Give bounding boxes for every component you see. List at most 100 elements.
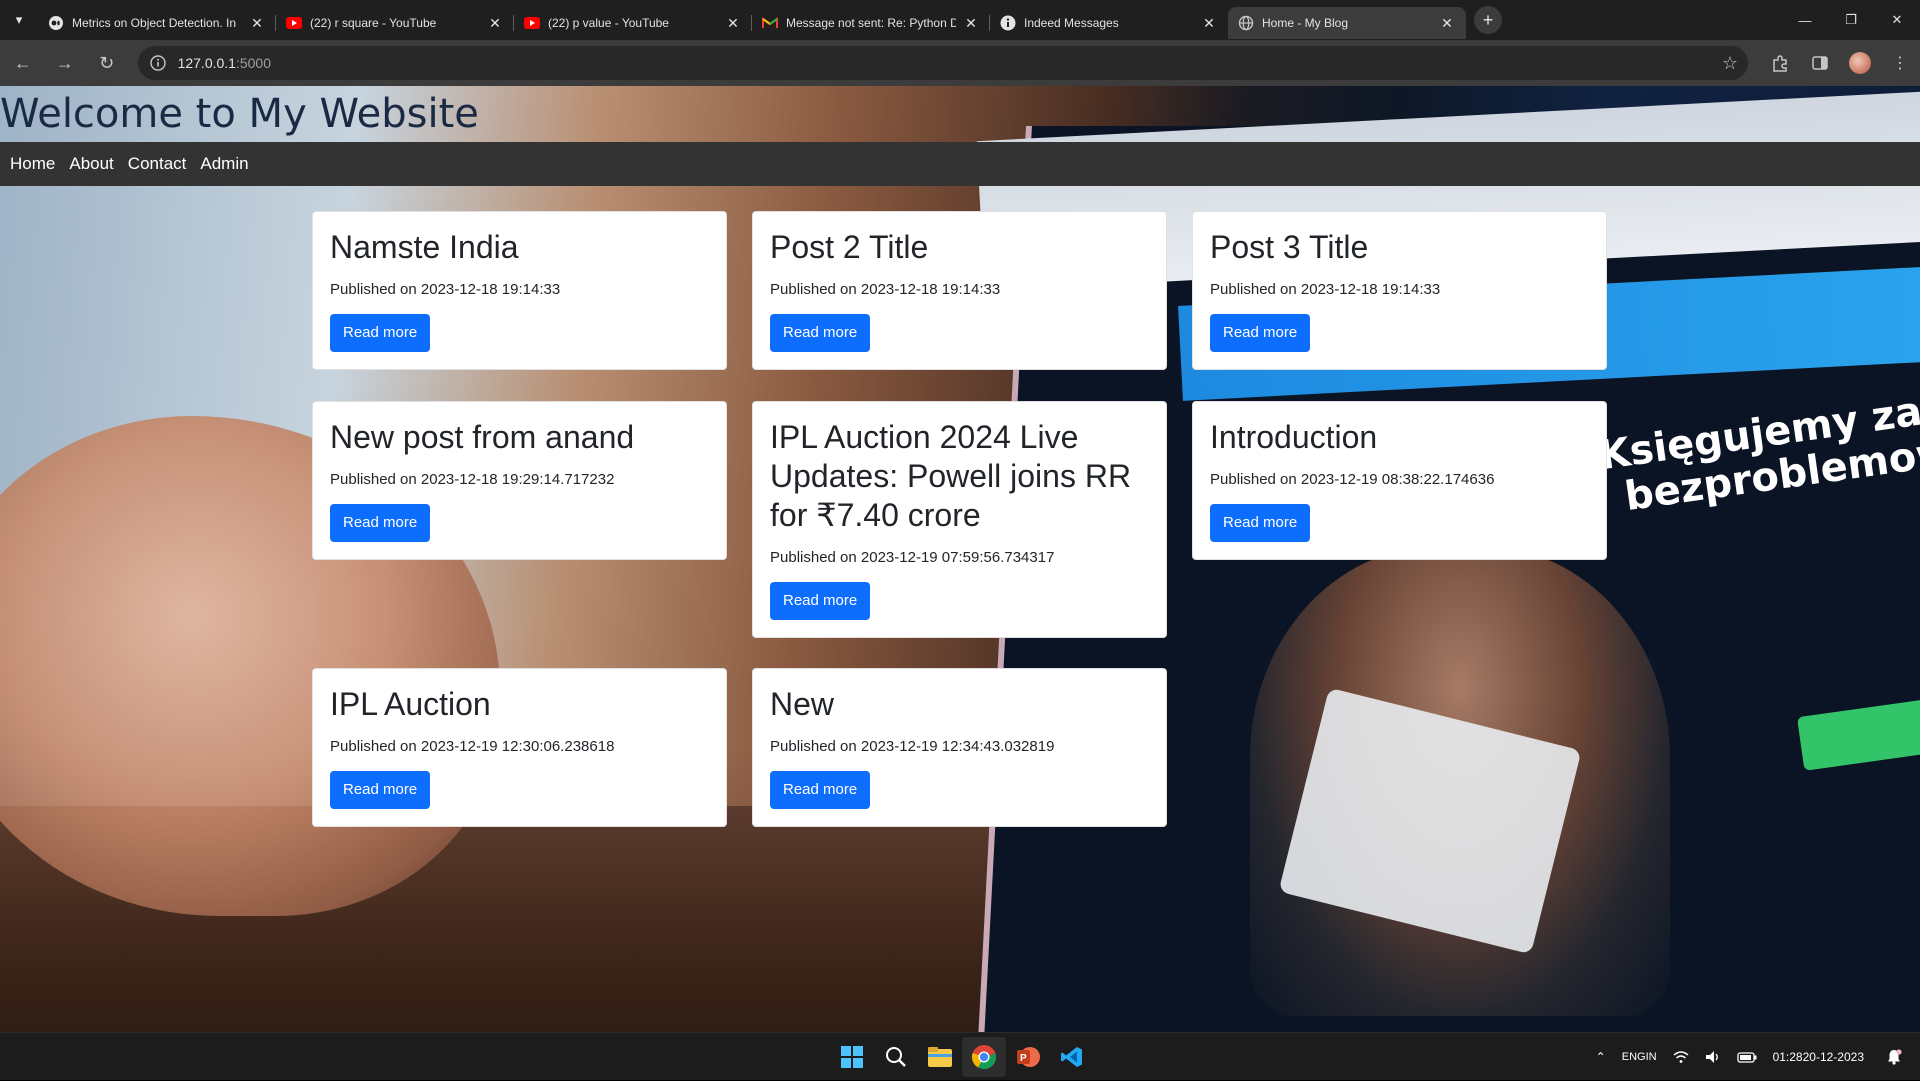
post-title: Post 2 Title [770,229,929,265]
post-card: IPL Auction Published on 2023-12-19 12:3… [312,668,727,827]
tab-youtube-r-square[interactable]: (22) r square - YouTube ✕ [275,7,514,39]
tab-my-blog[interactable]: Home - My Blog ✕ [1228,7,1466,39]
close-icon[interactable]: ✕ [248,14,266,32]
new-tab-button[interactable]: + [1474,6,1502,34]
post-card: Introduction Published on 2023-12-19 08:… [1192,401,1607,560]
close-icon[interactable]: ✕ [486,14,504,32]
tab-gmail[interactable]: Message not sent: Re: Python D ✕ [751,7,990,39]
youtube-icon [524,15,540,31]
tab-youtube-p-value[interactable]: (22) p value - YouTube ✕ [513,7,752,39]
tab-title: Message not sent: Re: Python D [786,16,956,30]
tab-title: Metrics on Object Detection. In [72,16,237,30]
medium-icon [48,15,64,31]
close-window-button[interactable]: ✕ [1874,0,1920,40]
nav-link-home[interactable]: Home [10,154,55,174]
language-indicator[interactable]: ENG IN [1622,1050,1657,1065]
search-icon[interactable] [874,1037,918,1077]
close-icon[interactable]: ✕ [1438,14,1456,32]
site-info-icon[interactable] [148,53,168,73]
notification-bell-icon[interactable] [1886,1049,1902,1065]
reload-icon: ↻ [99,52,115,73]
close-icon: ✕ [1891,12,1903,27]
site-header: Welcome to My Website [0,86,1920,142]
restore-button[interactable]: ❐ [1828,0,1874,40]
read-more-button[interactable]: Read more [330,314,431,352]
url-port: :5000 [235,55,272,71]
nav-link-admin[interactable]: Admin [200,154,248,174]
clock-date: 20-12-2023 [1802,1050,1864,1064]
post-date: Published on 2023-12-18 19:29:14.717232 [330,471,615,488]
post-date: Published on 2023-12-18 19:14:33 [330,281,561,298]
close-icon[interactable]: ✕ [962,14,980,32]
tab-title: (22) r square - YouTube [310,16,437,30]
profile-avatar[interactable] [1848,52,1871,74]
address-bar[interactable]: 127.0.0.1:5000 ☆ [137,46,1748,80]
tab-metrics[interactable]: Metrics on Object Detection. In ✕ [38,7,276,39]
post-date: Published on 2023-12-19 07:59:56.734317 [770,549,1055,566]
site-nav: Home About Contact Admin [0,142,1920,186]
read-more-button[interactable]: Read more [1210,504,1311,542]
volume-icon[interactable] [1705,1050,1721,1064]
minimize-button[interactable]: — [1782,0,1828,40]
taskbar-apps: P [830,1037,1094,1077]
post-date: Published on 2023-12-19 08:38:22.174636 [1210,471,1495,488]
info-icon [1000,15,1016,31]
extensions-icon[interactable] [1760,43,1800,83]
forward-arrow-icon: → [55,52,74,73]
svg-text:P: P [1020,1053,1027,1064]
url-host: 127.0.0.1 [177,55,236,71]
side-panel-icon[interactable] [1800,43,1840,83]
file-explorer-icon[interactable] [918,1037,962,1077]
post-title: Namste India [330,229,519,265]
back-button[interactable]: ← [4,44,42,82]
plus-icon: + [1482,9,1494,30]
forward-button[interactable]: → [46,44,84,82]
read-more-button[interactable]: Read more [330,504,431,542]
tab-strip: ▾ Metrics on Object Detection. In ✕ (22)… [0,0,1920,40]
windows-start-icon[interactable] [830,1037,874,1077]
close-icon[interactable]: ✕ [724,14,742,32]
close-icon[interactable]: ✕ [1200,14,1218,32]
post-title: Post 3 Title [1210,229,1369,265]
minimize-icon: — [1798,12,1812,28]
read-more-button[interactable]: Read more [330,771,431,809]
post-date: Published on 2023-12-19 12:34:43.032819 [770,738,1055,755]
bookmark-star-icon[interactable]: ☆ [1722,53,1738,74]
tab-indeed[interactable]: Indeed Messages ✕ [989,7,1228,39]
tab-search-button[interactable]: ▾ [0,0,38,40]
clock-time: 01:28 [1772,1050,1803,1064]
tab-title: Indeed Messages [1024,16,1119,30]
post-date: Published on 2023-12-19 12:30:06.238618 [330,738,615,755]
battery-icon[interactable] [1736,1051,1757,1063]
read-more-button[interactable]: Read more [770,314,871,352]
nav-link-contact[interactable]: Contact [128,154,187,174]
vscode-icon[interactable] [1050,1037,1094,1077]
post-card: Post 3 Title Published on 2023-12-18 19:… [1192,211,1607,370]
post-title: IPL Auction 2024 Live Updates: Powell jo… [770,419,1132,533]
gmail-icon [762,15,778,31]
wifi-icon[interactable] [1673,1050,1689,1064]
post-card: Post 2 Title Published on 2023-12-18 19:… [752,211,1167,370]
system-tray: ⌃ ENG IN 01:28 20-12-2023 [1588,1033,1910,1081]
language-code: ENG [1621,1050,1646,1063]
read-more-button[interactable]: Read more [770,771,871,809]
post-card: Namste India Published on 2023-12-18 19:… [312,211,727,370]
powerpoint-icon[interactable]: P [1006,1037,1050,1077]
taskbar: P ⌃ ENG IN 01:28 20-12-2023 [0,1032,1920,1080]
post-card: New post from anand Published on 2023-12… [312,401,727,560]
reload-button[interactable]: ↻ [88,44,126,82]
post-title: New post from anand [330,419,635,455]
restore-icon: ❐ [1845,12,1857,27]
clock[interactable]: 01:28 20-12-2023 [1773,1049,1864,1065]
youtube-icon [286,15,302,31]
show-hidden-icons-chevron-up-icon[interactable]: ⌃ [1596,1050,1606,1064]
kebab-menu-icon[interactable]: ⋮ [1880,43,1920,83]
tab-title: (22) p value - YouTube [548,16,669,30]
chrome-icon[interactable] [962,1037,1006,1077]
post-title: IPL Auction [330,686,491,722]
read-more-button[interactable]: Read more [770,582,871,620]
nav-link-about[interactable]: About [69,154,113,174]
post-title: New [770,686,835,722]
region-code: IN [1645,1050,1657,1063]
read-more-button[interactable]: Read more [1210,314,1311,352]
